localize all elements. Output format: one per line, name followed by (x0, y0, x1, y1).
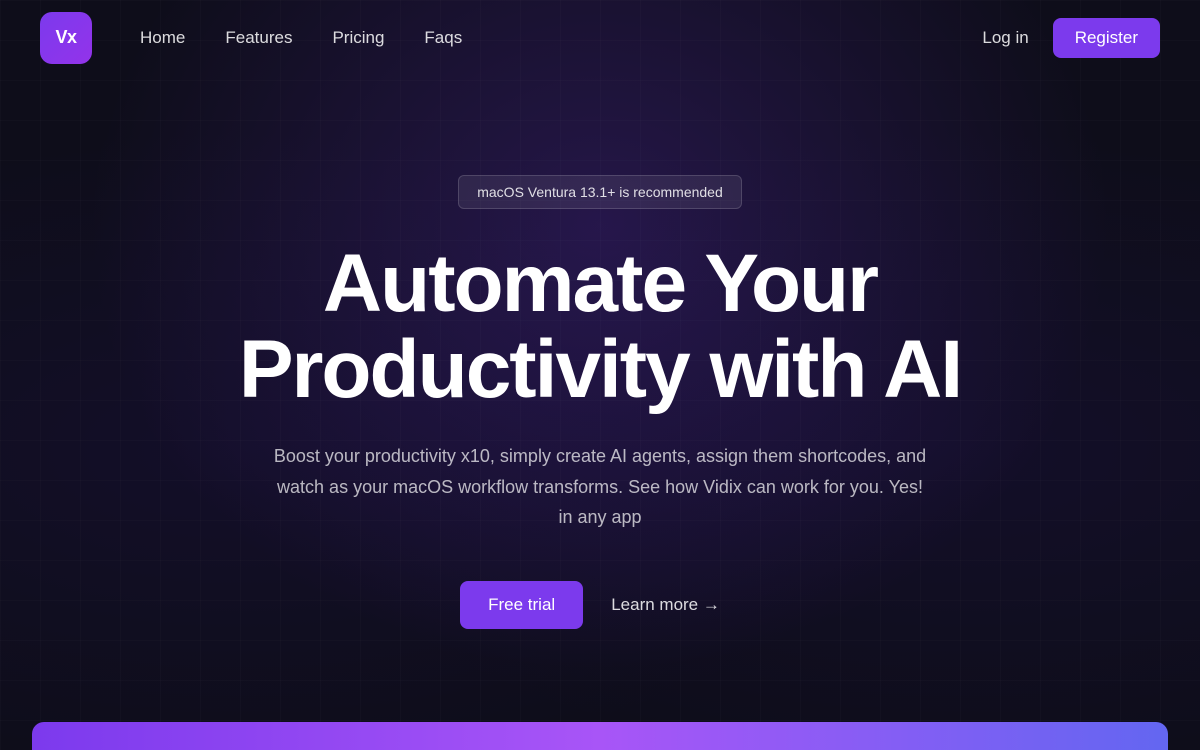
free-trial-button[interactable]: Free trial (460, 581, 583, 629)
nav-item-faqs[interactable]: Faqs (424, 28, 462, 48)
recommendation-badge: macOS Ventura 13.1+ is recommended (458, 175, 742, 209)
hero-subtitle: Boost your productivity x10, simply crea… (270, 441, 930, 533)
navbar: Vx Home Features Pricing Faqs Log in Reg… (0, 0, 1200, 75)
nav-link-features[interactable]: Features (225, 28, 292, 47)
nav-item-features[interactable]: Features (225, 28, 292, 48)
login-button[interactable]: Log in (982, 28, 1028, 48)
cta-buttons: Free trial Learn more → (460, 581, 740, 629)
nav-left: Vx Home Features Pricing Faqs (40, 12, 462, 64)
hero-title-line2: Productivity with AI (239, 324, 961, 415)
hero-title: Automate Your Productivity with AI (239, 241, 961, 413)
nav-link-faqs[interactable]: Faqs (424, 28, 462, 47)
register-button[interactable]: Register (1053, 18, 1160, 58)
logo[interactable]: Vx (40, 12, 92, 64)
nav-item-pricing[interactable]: Pricing (332, 28, 384, 48)
hero-section: macOS Ventura 13.1+ is recommended Autom… (0, 75, 1200, 629)
bottom-gradient-bar (32, 722, 1168, 750)
learn-more-button[interactable]: Learn more → (591, 581, 740, 629)
nav-item-home[interactable]: Home (140, 28, 185, 48)
nav-link-home[interactable]: Home (140, 28, 185, 47)
hero-title-line1: Automate Your (323, 238, 877, 329)
nav-links: Home Features Pricing Faqs (140, 28, 462, 48)
nav-right: Log in Register (982, 18, 1160, 58)
nav-link-pricing[interactable]: Pricing (332, 28, 384, 47)
